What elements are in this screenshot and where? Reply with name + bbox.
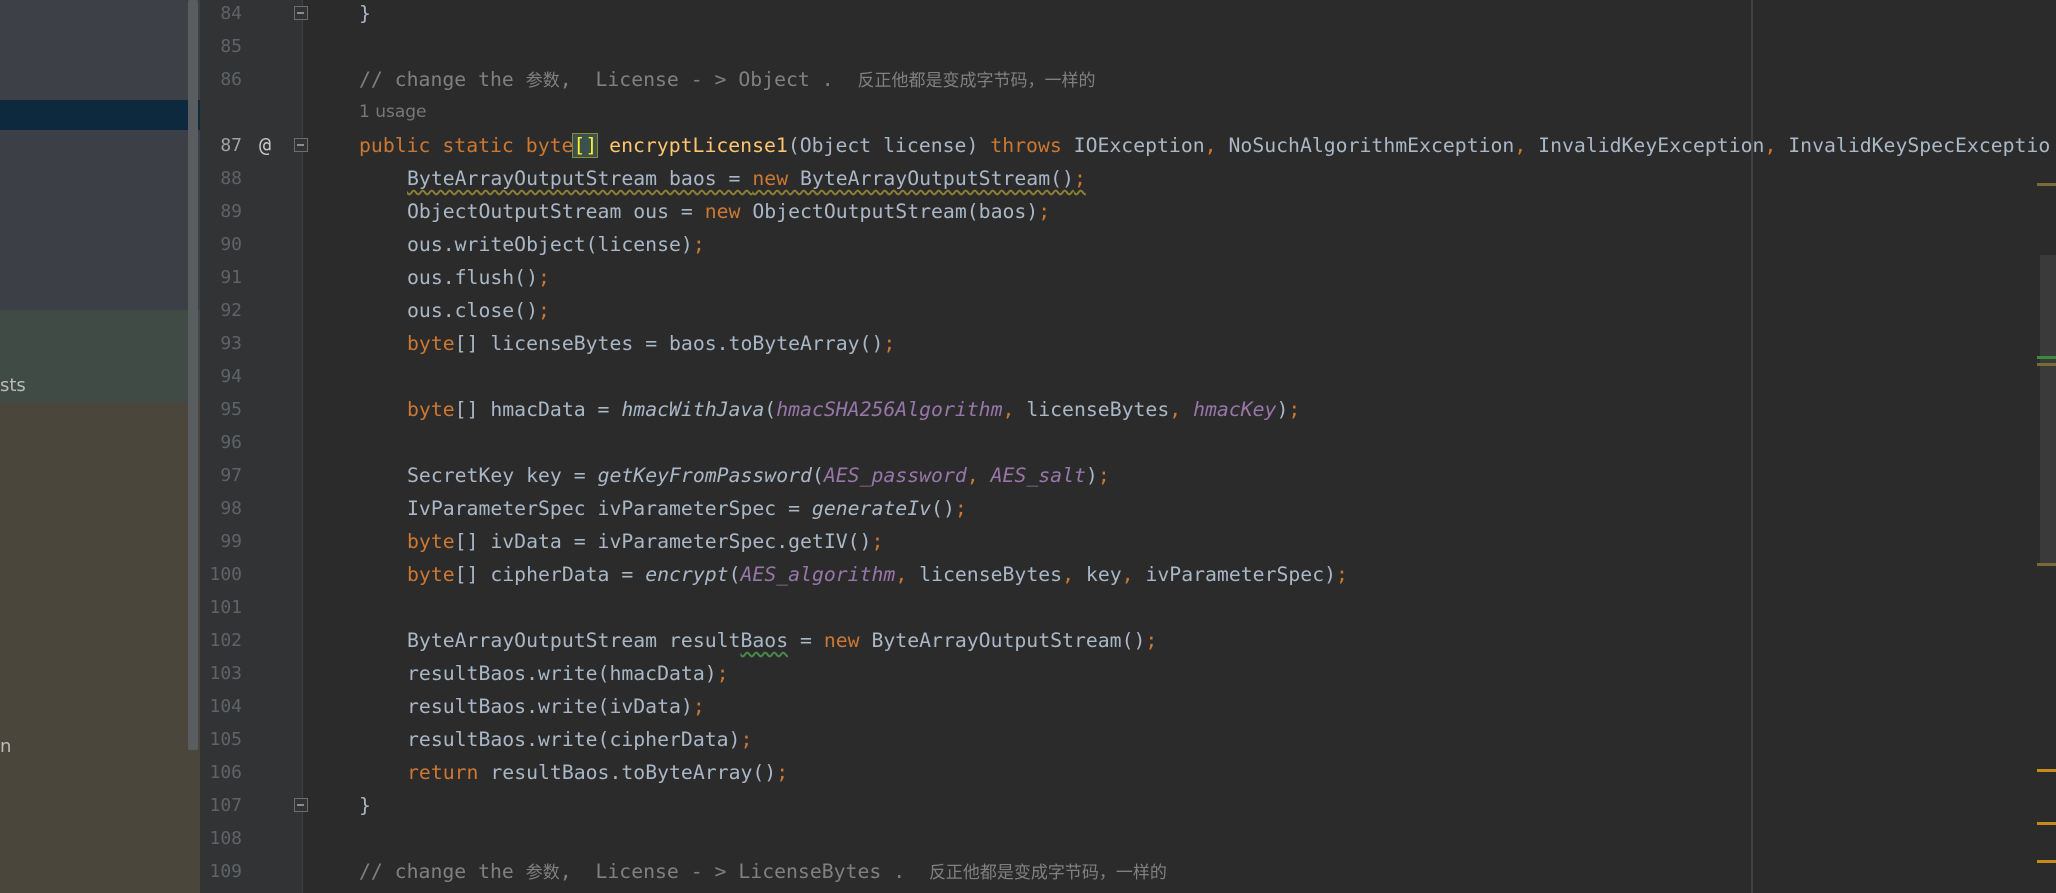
line-number: 106 xyxy=(209,762,242,783)
code-line[interactable]: 89 ObjectOutputStream ous = new ObjectOu… xyxy=(200,195,2056,228)
code-text[interactable]: ByteArrayOutputStream baos = new ByteArr… xyxy=(407,162,1086,195)
project-tree-region[interactable] xyxy=(0,130,200,310)
line-number: 87 xyxy=(220,135,242,156)
line-number: 85 xyxy=(220,36,242,57)
line-number: 98 xyxy=(220,498,242,519)
implemented-method-at-icon[interactable]: @ xyxy=(259,129,271,162)
project-panel: sts n xyxy=(0,0,200,893)
code-line[interactable]: 90 ous.writeObject(license); xyxy=(200,228,2056,261)
code-line[interactable]: 85 xyxy=(200,30,2056,63)
project-panel-scrollbar[interactable] xyxy=(188,0,198,750)
line-number: 108 xyxy=(209,828,242,849)
code-editor[interactable]: 84 } 85 86 // change the 参数, License - >… xyxy=(200,0,2056,893)
code-text[interactable]: public static byte[] encryptLicense1(Obj… xyxy=(359,129,2050,162)
matched-bracket-highlight: [] xyxy=(572,133,599,158)
code-text[interactable]: ous.writeObject(license); xyxy=(407,228,705,261)
code-text[interactable]: byte[] ivData = ivParameterSpec.getIV(); xyxy=(407,525,883,558)
code-text[interactable]: resultBaos.write(ivData); xyxy=(407,690,705,723)
line-number: 100 xyxy=(209,564,242,585)
line-number: 94 xyxy=(220,366,242,387)
code-text[interactable]: SecretKey key = getKeyFromPassword(AES_p… xyxy=(407,459,1110,492)
code-line[interactable]: 105 resultBaos.write(cipherData); xyxy=(200,723,2056,756)
line-number: 88 xyxy=(220,168,242,189)
method-name: encryptLicense1 xyxy=(609,134,788,157)
code-line[interactable]: 98 IvParameterSpec ivParameterSpec = gen… xyxy=(200,492,2056,525)
code-line[interactable]: 97 SecretKey key = getKeyFromPassword(AE… xyxy=(200,459,2056,492)
line-number: 86 xyxy=(220,69,242,90)
inlay-hint-row[interactable]: 1 usage xyxy=(200,96,2056,129)
line-number: 105 xyxy=(209,729,242,750)
usages-inlay-hint[interactable]: 1 usage xyxy=(359,96,427,129)
code-line[interactable]: 86 // change the 参数, License - > Object … xyxy=(200,63,2056,96)
warning-highlight: ByteArrayOutputStream baos = new ByteArr… xyxy=(407,167,1086,190)
code-text[interactable]: byte[] licenseBytes = baos.toByteArray()… xyxy=(407,327,895,360)
line-number: 89 xyxy=(220,201,242,222)
line-number: 96 xyxy=(220,432,242,453)
project-tree-item-label[interactable]: sts xyxy=(0,375,200,396)
line-number: 92 xyxy=(220,300,242,321)
code-text[interactable]: resultBaos.write(hmacData); xyxy=(407,657,729,690)
code-line[interactable]: 84 } xyxy=(200,0,2056,30)
code-text[interactable]: ous.flush(); xyxy=(407,261,550,294)
line-number: 107 xyxy=(209,795,242,816)
code-line[interactable]: 96 xyxy=(200,426,2056,459)
line-number: 102 xyxy=(209,630,242,651)
code-line[interactable]: 99 byte[] ivData = ivParameterSpec.getIV… xyxy=(200,525,2056,558)
code-line[interactable]: 104 resultBaos.write(ivData); xyxy=(200,690,2056,723)
code-line[interactable]: 101 xyxy=(200,591,2056,624)
code-line[interactable]: 95 byte[] hmacData = hmacWithJava(hmacSH… xyxy=(200,393,2056,426)
code-line[interactable]: 108 xyxy=(200,822,2056,855)
code-text[interactable]: byte[] cipherData = encrypt(AES_algorith… xyxy=(407,558,1348,591)
code-text[interactable]: ByteArrayOutputStream resultBaos = new B… xyxy=(407,624,1157,657)
fold-icon[interactable] xyxy=(294,138,308,152)
project-tree-region[interactable] xyxy=(0,402,200,893)
code-text[interactable]: ObjectOutputStream ous = new ObjectOutpu… xyxy=(407,195,1050,228)
line-number: 109 xyxy=(209,861,242,882)
line-number: 93 xyxy=(220,333,242,354)
code-text[interactable]: IvParameterSpec ivParameterSpec = genera… xyxy=(407,492,967,525)
code-text[interactable]: ous.close(); xyxy=(407,294,550,327)
code-line[interactable]: 91 ous.flush(); xyxy=(200,261,2056,294)
code-line[interactable]: 103 resultBaos.write(hmacData); xyxy=(200,657,2056,690)
code-text[interactable]: } xyxy=(359,0,371,30)
code-line[interactable]: 100 byte[] cipherData = encrypt(AES_algo… xyxy=(200,558,2056,591)
line-number: 101 xyxy=(209,597,242,618)
code-text[interactable]: byte[] hmacData = hmacWithJava(hmacSHA25… xyxy=(407,393,1300,426)
fold-icon[interactable] xyxy=(294,798,308,812)
code-text[interactable]: resultBaos.write(cipherData); xyxy=(407,723,752,756)
line-number: 91 xyxy=(220,267,242,288)
code-comment[interactable]: // change the 参数, License - > Object . 反… xyxy=(359,63,1095,98)
line-number: 90 xyxy=(220,234,242,255)
code-line[interactable]: 106 return resultBaos.toByteArray(); xyxy=(200,756,2056,789)
typo-highlight: Baos xyxy=(740,629,789,652)
line-number: 95 xyxy=(220,399,242,420)
line-number: 84 xyxy=(220,3,242,24)
code-text[interactable]: } xyxy=(359,789,371,822)
fold-icon[interactable] xyxy=(294,6,308,20)
code-comment[interactable]: // change the 参数, License - > LicenseByt… xyxy=(359,855,1167,890)
code-line[interactable]: 88 ByteArrayOutputStream baos = new Byte… xyxy=(200,162,2056,195)
project-tree-region[interactable] xyxy=(0,0,200,100)
code-line[interactable]: 94 xyxy=(200,360,2056,393)
line-number: 99 xyxy=(220,531,242,552)
line-number: 104 xyxy=(209,696,242,717)
code-line[interactable]: 109 // change the 参数, License - > Licens… xyxy=(200,855,2056,888)
line-number: 97 xyxy=(220,465,242,486)
code-line[interactable]: 102 ByteArrayOutputStream resultBaos = n… xyxy=(200,624,2056,657)
code-line[interactable]: 93 byte[] licenseBytes = baos.toByteArra… xyxy=(200,327,2056,360)
line-number: 103 xyxy=(209,663,242,684)
code-line[interactable]: 107 } xyxy=(200,789,2056,822)
code-text[interactable]: return resultBaos.toByteArray(); xyxy=(407,756,788,789)
project-tree-item-label[interactable]: n xyxy=(0,736,200,757)
project-tree-selected-row[interactable] xyxy=(0,100,200,130)
code-line[interactable]: 87 @ public static byte[] encryptLicense… xyxy=(200,129,2056,162)
code-line[interactable]: 92 ous.close(); xyxy=(200,294,2056,327)
